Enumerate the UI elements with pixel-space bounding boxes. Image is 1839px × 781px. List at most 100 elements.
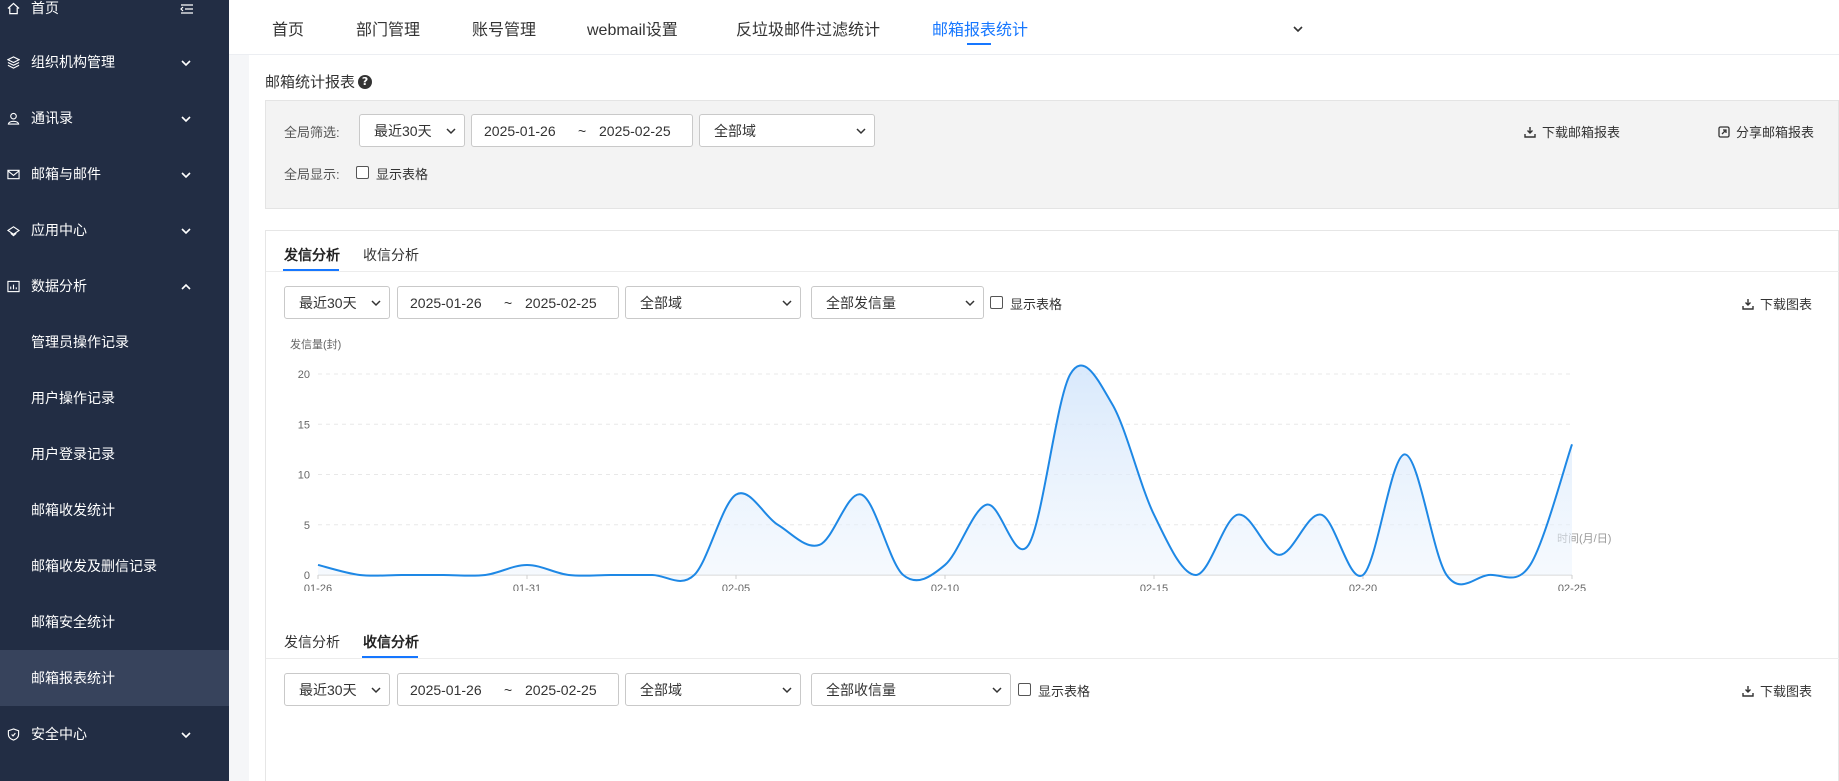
date-separator: ~ bbox=[578, 122, 587, 139]
sidebar-item-label: 用户登录记录 bbox=[31, 446, 115, 462]
global-domain-select[interactable]: 全部域 bbox=[699, 114, 875, 147]
sidebar-item-label: 安全中心 bbox=[31, 726, 87, 742]
chart-y-tick-label: 5 bbox=[304, 520, 310, 532]
chevron-down-icon bbox=[446, 128, 456, 135]
sidebar-subitem-mail-delete-log[interactable]: 邮箱收发及删信记录 bbox=[0, 538, 229, 594]
receive-date-start: 2025-01-26 bbox=[410, 681, 482, 698]
tab-send-analysis-2[interactable]: 发信分析 bbox=[284, 632, 340, 652]
sidebar-item-label: 组织机构管理 bbox=[31, 54, 115, 70]
download-icon bbox=[1524, 126, 1536, 138]
download-icon bbox=[1742, 685, 1754, 697]
chevron-up-icon bbox=[180, 280, 192, 292]
sidebar-subitem-login-log[interactable]: 用户登录记录 bbox=[0, 426, 229, 482]
tab-home[interactable]: 首页 bbox=[272, 16, 304, 40]
receive-date-end: 2025-02-25 bbox=[525, 681, 597, 698]
sidebar-item-label: 邮箱与邮件 bbox=[31, 166, 101, 182]
tab-antispam-stats[interactable]: 反垃圾邮件过滤统计 bbox=[736, 16, 880, 40]
chart-icon bbox=[6, 279, 20, 293]
sidebar-item-label: 邮箱安全统计 bbox=[31, 614, 115, 630]
tab-mail-report-stats[interactable]: 邮箱报表统计 bbox=[932, 16, 1028, 40]
more-tabs-chevron-icon[interactable] bbox=[1292, 22, 1304, 34]
receive-metric-select[interactable]: 全部收信量 bbox=[811, 673, 1011, 706]
share-icon bbox=[1718, 125, 1730, 138]
chevron-down-icon bbox=[180, 168, 192, 180]
chart-x-tick-label: 02-05 bbox=[722, 583, 750, 591]
shield-icon bbox=[6, 727, 20, 741]
sidebar-item-label: 通讯录 bbox=[31, 110, 73, 126]
sidebar-item-home[interactable]: 首页 bbox=[0, 0, 229, 36]
global-range-value: 最近30天 bbox=[374, 122, 432, 139]
chevron-down-icon bbox=[180, 728, 192, 740]
tab-department[interactable]: 部门管理 bbox=[356, 16, 420, 40]
global-date-range-input[interactable]: 2025-01-26 ~ 2025-02-25 bbox=[471, 114, 693, 147]
sidebar-item-org[interactable]: 组织机构管理 bbox=[0, 34, 229, 90]
download-report-button[interactable]: 下载邮箱报表 bbox=[1524, 122, 1620, 141]
send-volume-chart: 发信量(封) 时间(月/日) 05101520 01-26 01-31 02-05 0… bbox=[290, 337, 1611, 591]
tab-accounts[interactable]: 账号管理 bbox=[472, 16, 536, 40]
sidebar-item-label: 应用中心 bbox=[31, 222, 87, 238]
layers-icon bbox=[6, 55, 20, 69]
global-date-end: 2025-02-25 bbox=[599, 122, 671, 139]
chart-x-tick-label: 02-15 bbox=[1140, 583, 1168, 591]
mail-icon bbox=[6, 167, 20, 181]
sidebar-subitem-admin-log[interactable]: 管理员操作记录 bbox=[0, 314, 229, 370]
tab-receive-analysis-2[interactable]: 收信分析 bbox=[363, 632, 419, 652]
receive-metric-value: 全部收信量 bbox=[826, 681, 896, 698]
sidebar-item-security[interactable]: 安全中心 bbox=[0, 706, 229, 762]
receive-show-table-label: 显示表格 bbox=[1038, 684, 1091, 699]
receive-date-range-input[interactable]: 2025-01-26 ~ 2025-02-25 bbox=[397, 673, 619, 706]
global-domain-value: 全部域 bbox=[714, 122, 756, 139]
share-report-label: 分享邮箱报表 bbox=[1736, 125, 1815, 140]
share-report-button[interactable]: 分享邮箱报表 bbox=[1718, 122, 1814, 141]
collapse-menu-icon[interactable] bbox=[180, 2, 193, 14]
sidebar-item-label: 用户操作记录 bbox=[31, 390, 115, 406]
sidebar-item-mail[interactable]: 邮箱与邮件 bbox=[0, 146, 229, 202]
receive-download-chart-button[interactable]: 下载图表 bbox=[1742, 681, 1812, 700]
top-nav: 首页 部门管理 账号管理 webmail设置 反垃圾邮件过滤统计 邮箱报表统计 bbox=[229, 0, 1839, 55]
chart-y-tick-label: 0 bbox=[304, 570, 310, 582]
receive-show-table-checkbox[interactable] bbox=[1018, 683, 1031, 696]
sidebar-item-label: 邮箱收发及删信记录 bbox=[31, 558, 157, 574]
tab-webmail-settings[interactable]: webmail设置 bbox=[587, 16, 678, 40]
sidebar-item-label: 首页 bbox=[31, 0, 59, 16]
global-date-start: 2025-01-26 bbox=[484, 122, 556, 139]
help-icon[interactable]: ? bbox=[358, 74, 373, 89]
sidebar-item-label: 邮箱收发统计 bbox=[31, 502, 115, 518]
sidebar-subitem-mail-stats[interactable]: 邮箱收发统计 bbox=[0, 482, 229, 538]
date-separator: ~ bbox=[504, 681, 513, 698]
global-filter-panel: 全局筛选: 最近30天 2025-01-26 ~ 2025-02-25 全部域 … bbox=[265, 100, 1839, 209]
receive-range-select[interactable]: 最近30天 bbox=[284, 673, 390, 706]
chart-y-tick-label: 10 bbox=[298, 470, 310, 482]
receive-domain-value: 全部域 bbox=[640, 681, 682, 698]
receive-domain-select[interactable]: 全部域 bbox=[625, 673, 801, 706]
sidebar-subitem-security-stats[interactable]: 邮箱安全统计 bbox=[0, 594, 229, 650]
chevron-down-icon bbox=[992, 687, 1002, 694]
chevron-down-icon bbox=[180, 224, 192, 236]
home-icon bbox=[6, 1, 20, 15]
global-filter-label: 全局筛选: bbox=[284, 125, 340, 140]
main-panel: 邮箱统计报表 ? 全局筛选: 最近30天 2025-01-26 ~ 2025-0… bbox=[249, 55, 1839, 781]
global-display-label: 全局显示: bbox=[284, 167, 340, 182]
sidebar-item-analytics[interactable]: 数据分析 bbox=[0, 258, 229, 314]
global-show-table-checkbox[interactable] bbox=[356, 166, 369, 179]
divider bbox=[266, 658, 1839, 659]
page-title: 邮箱统计报表 ? bbox=[265, 71, 373, 92]
chart-y-tick-label: 20 bbox=[298, 369, 310, 381]
download-report-label: 下载邮箱报表 bbox=[1542, 125, 1621, 140]
sidebar-subitem-user-log[interactable]: 用户操作记录 bbox=[0, 370, 229, 426]
chart-x-tick-label: 02-10 bbox=[931, 583, 959, 591]
receive-range-value: 最近30天 bbox=[299, 681, 357, 698]
sidebar-item-label: 管理员操作记录 bbox=[31, 334, 129, 350]
user-icon bbox=[6, 111, 20, 125]
global-range-select[interactable]: 最近30天 bbox=[359, 114, 465, 147]
sidebar-item-contacts[interactable]: 通讯录 bbox=[0, 90, 229, 146]
sidebar-item-label: 数据分析 bbox=[31, 278, 87, 294]
download-chart-label: 下载图表 bbox=[1760, 684, 1813, 699]
sidebar-item-apps[interactable]: 应用中心 bbox=[0, 202, 229, 258]
chevron-down-icon bbox=[371, 687, 381, 694]
chevron-down-icon bbox=[180, 56, 192, 68]
chart-x-tick-label: 01-31 bbox=[513, 583, 541, 591]
sidebar-subitem-report-stats[interactable]: 邮箱报表统计 bbox=[0, 650, 229, 706]
chart-x-tick-label: 01-26 bbox=[304, 583, 332, 591]
chevron-down-icon bbox=[180, 112, 192, 124]
